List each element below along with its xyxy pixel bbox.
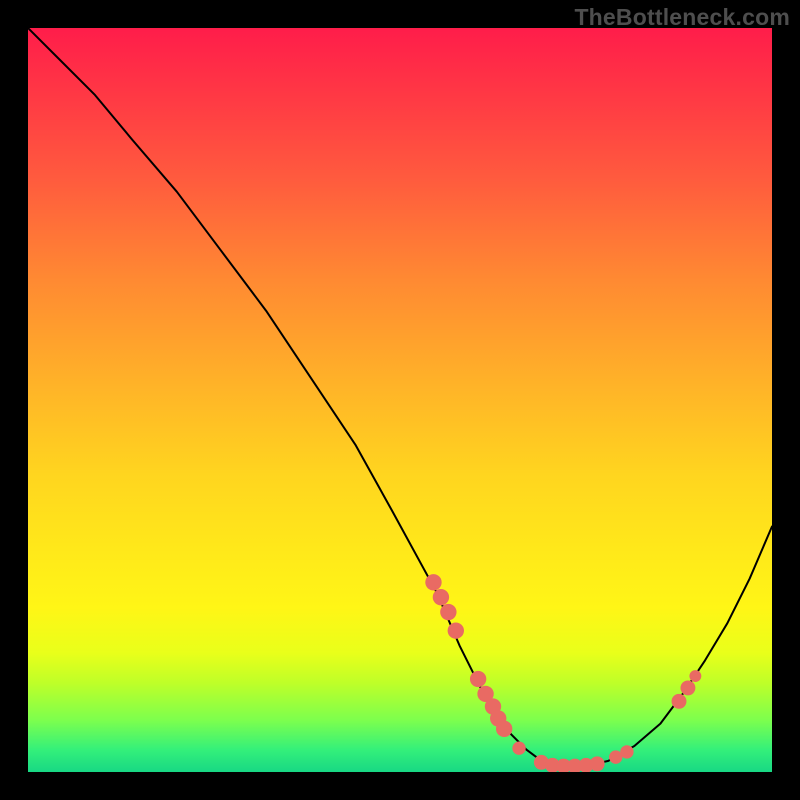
chart-frame: TheBottleneck.com	[0, 0, 800, 800]
highlight-dots	[425, 574, 701, 772]
highlight-dot	[620, 745, 633, 758]
highlight-dot	[496, 721, 512, 737]
watermark-text: TheBottleneck.com	[574, 4, 790, 31]
main-curve	[28, 28, 772, 766]
highlight-dot	[689, 670, 701, 682]
plot-area	[28, 28, 772, 772]
highlight-dot	[470, 671, 486, 687]
highlight-dot	[512, 741, 525, 754]
highlight-dot	[425, 574, 441, 590]
highlight-dot	[448, 622, 464, 638]
highlight-dot	[680, 680, 695, 695]
highlight-dot	[672, 694, 687, 709]
highlight-dot	[440, 604, 456, 620]
highlight-dot	[590, 756, 605, 771]
highlight-dot	[433, 589, 449, 605]
chart-svg	[28, 28, 772, 772]
